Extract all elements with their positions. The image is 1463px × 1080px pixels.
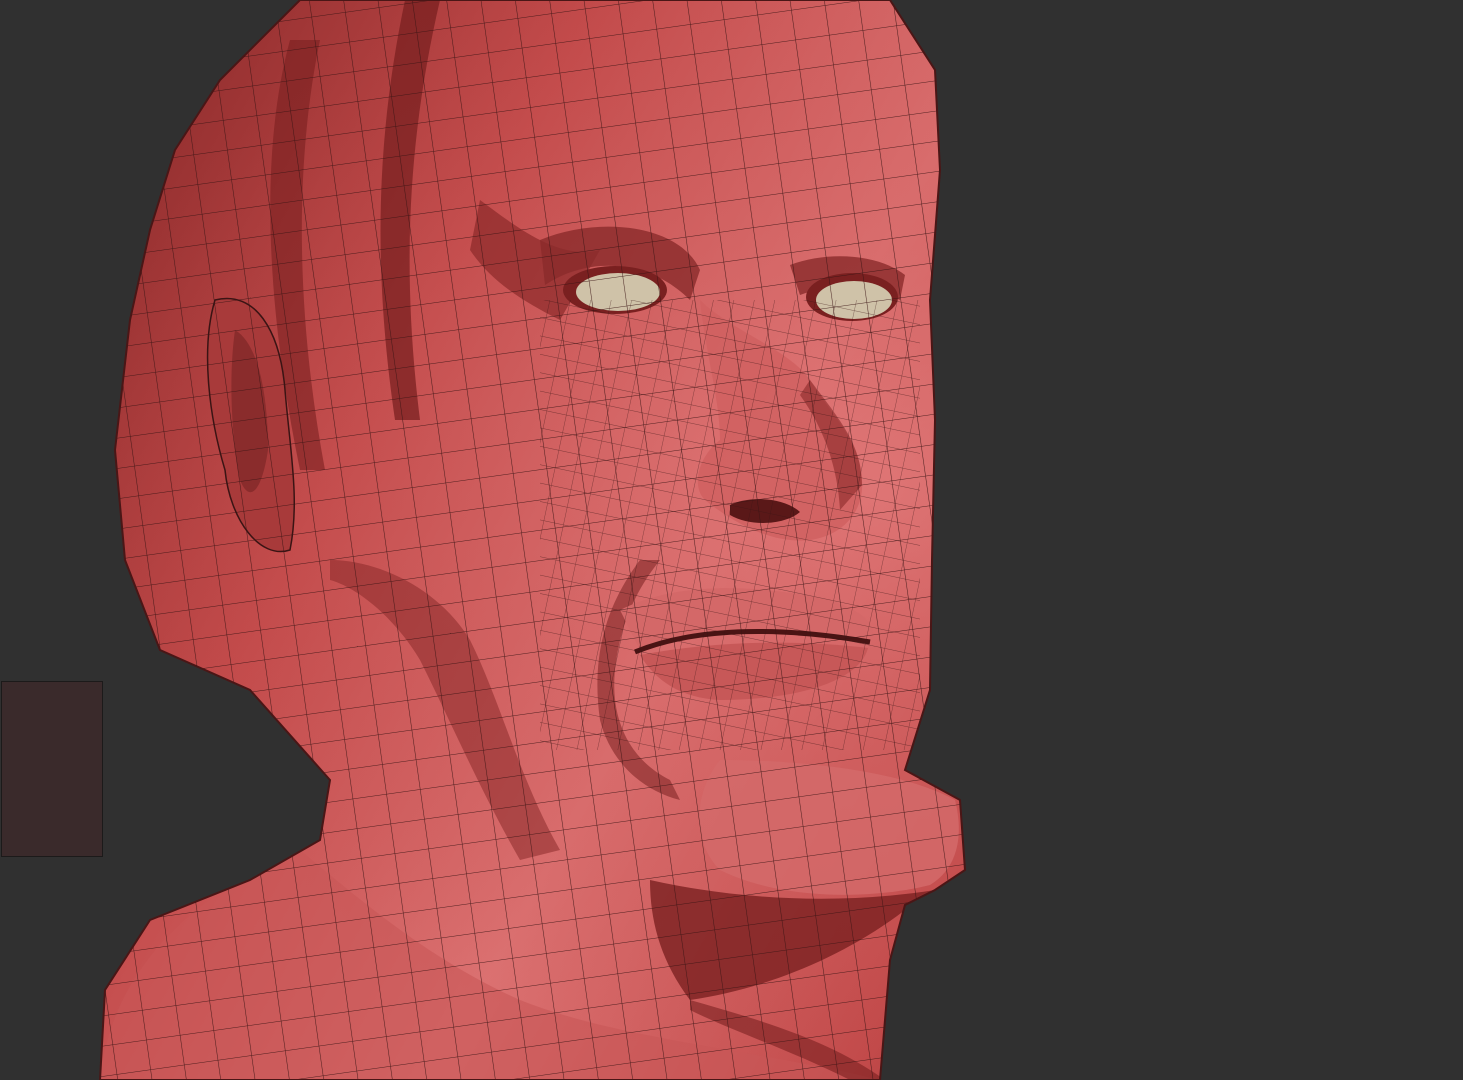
3d-viewport[interactable] bbox=[0, 0, 1463, 1080]
side-panel-swatch[interactable] bbox=[1, 681, 103, 857]
wireframe-fine bbox=[540, 300, 920, 750]
sculpt-model[interactable] bbox=[0, 0, 1463, 1080]
